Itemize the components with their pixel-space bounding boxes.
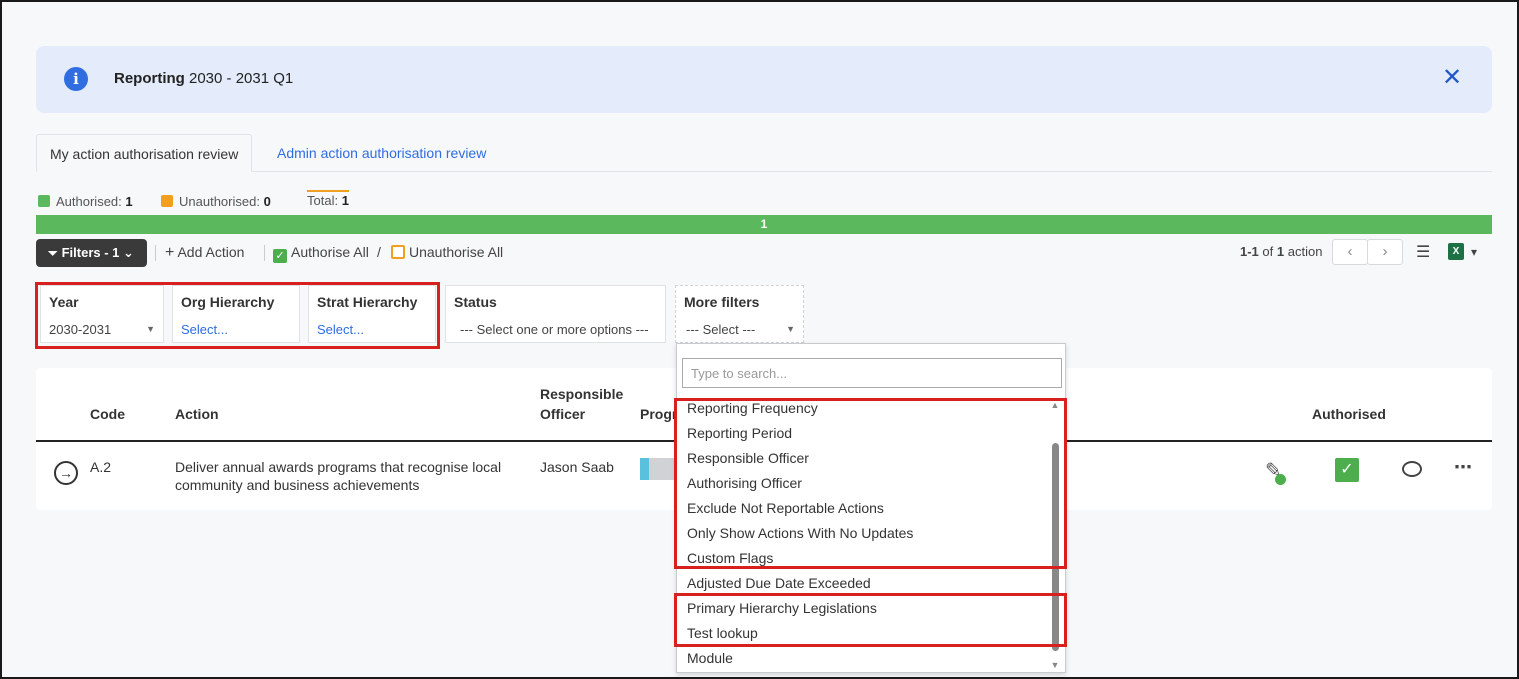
next-page-button[interactable]: › bbox=[1367, 239, 1403, 265]
tab-bar: My action authorisation review Admin act… bbox=[36, 134, 1492, 172]
caret-down-icon: ▼ bbox=[786, 324, 795, 334]
legend-unauthorised-label: Unauthorised: bbox=[179, 194, 260, 209]
pager-unit: action bbox=[1287, 244, 1323, 259]
app-frame: i Reporting 2030 - 2031 Q1 ✕ My action a… bbox=[0, 0, 1519, 679]
row-officer: Jason Saab bbox=[540, 459, 614, 475]
previous-page-button[interactable]: ‹ bbox=[1332, 239, 1368, 265]
more-filters-label: More filters bbox=[684, 294, 760, 310]
check-icon: ✓ bbox=[273, 249, 287, 263]
add-action-button[interactable]: + Add Action bbox=[165, 244, 244, 262]
option-module[interactable]: Module bbox=[687, 650, 733, 666]
tab-my-action-authorisation-review[interactable]: My action authorisation review bbox=[36, 134, 253, 172]
highlight-box-primary-filters bbox=[35, 282, 440, 349]
status-filter-label: Status bbox=[454, 294, 497, 310]
toolbar-divider bbox=[264, 245, 265, 261]
legend-total-label: Total: bbox=[307, 193, 339, 208]
row-action-line2: community and business achievements bbox=[175, 477, 420, 493]
more-options-icon[interactable]: ⋯ bbox=[1454, 457, 1473, 478]
header-code[interactable]: Code bbox=[90, 406, 125, 422]
highlight-box-options-group-1 bbox=[674, 398, 1067, 569]
toolbar: ⏷ Filters - 1 ⌄ + Add Action ✓ Authorise A… bbox=[36, 239, 1492, 267]
plus-icon: + bbox=[165, 244, 175, 261]
banner-title: Reporting 2030 - 2031 Q1 bbox=[114, 70, 293, 87]
toolbar-slash: / bbox=[377, 244, 381, 260]
highlight-box-options-group-2 bbox=[674, 593, 1067, 647]
comment-icon[interactable] bbox=[1402, 461, 1422, 477]
pager-total: 1 bbox=[1276, 244, 1285, 259]
edit-approved-icon[interactable]: ✎ bbox=[1265, 458, 1286, 485]
legend-unauthorised-count: 0 bbox=[263, 194, 271, 209]
legend-authorised-count: 1 bbox=[125, 194, 133, 209]
authorise-all-label: Authorise All bbox=[291, 244, 369, 260]
authorisation-progress-bar: 1 bbox=[36, 215, 1492, 234]
legend-authorised-label: Authorised: bbox=[56, 194, 122, 209]
unauthorised-swatch bbox=[161, 195, 173, 207]
banner-title-period: 2030 - 2031 Q1 bbox=[184, 70, 294, 87]
filters-button[interactable]: ⏷ Filters - 1 ⌄ bbox=[36, 239, 147, 267]
add-action-label: Add Action bbox=[177, 244, 245, 260]
arrow-right-circle-icon[interactable]: → bbox=[54, 461, 78, 485]
more-filters[interactable]: More filters --- Select --- ▼ bbox=[675, 285, 804, 343]
authorised-swatch bbox=[38, 195, 50, 207]
status-filter-select[interactable]: --- Select one or more options --- bbox=[460, 322, 660, 337]
sliders-icon[interactable]: ☰ bbox=[1416, 242, 1430, 262]
legend-total: Total: 1 bbox=[307, 190, 349, 208]
header-authorised[interactable]: Authorised bbox=[1312, 406, 1386, 422]
row-progress-bar bbox=[640, 458, 676, 480]
pager-of: of bbox=[1262, 244, 1274, 259]
reporting-banner: i Reporting 2030 - 2031 Q1 ✕ bbox=[36, 46, 1492, 113]
empty-checkbox-icon bbox=[391, 245, 405, 259]
header-action[interactable]: Action bbox=[175, 406, 219, 422]
more-filters-select[interactable]: --- Select --- bbox=[686, 322, 755, 337]
dropdown-search-input[interactable] bbox=[682, 358, 1062, 388]
authorised-checkbox[interactable]: ✓ bbox=[1335, 458, 1359, 482]
legend-unauthorised: Unauthorised: 0 bbox=[161, 194, 271, 209]
pager-range: 1-1 bbox=[1240, 244, 1259, 259]
toolbar-divider bbox=[155, 245, 156, 261]
pager-summary: 1-1 of 1 action bbox=[1240, 244, 1322, 259]
legend-total-count: 1 bbox=[341, 193, 349, 208]
approved-dot bbox=[1274, 474, 1286, 485]
authorise-all-button[interactable]: ✓ Authorise All bbox=[273, 244, 369, 263]
option-adjusted-due-date[interactable]: Adjusted Due Date Exceeded bbox=[687, 575, 871, 591]
header-officer-line2[interactable]: Officer bbox=[540, 406, 585, 422]
banner-title-bold: Reporting bbox=[114, 70, 185, 87]
funnel-icon: ⏷ bbox=[48, 246, 58, 260]
filters-button-label: Filters - 1 bbox=[61, 245, 120, 260]
legend-authorised: Authorised: 1 bbox=[38, 194, 133, 209]
close-icon[interactable]: ✕ bbox=[1440, 66, 1464, 90]
scroll-down-icon[interactable]: ▼ bbox=[1050, 660, 1060, 670]
row-code: A.2 bbox=[90, 459, 112, 475]
export-caret-icon[interactable]: ▾ bbox=[1471, 245, 1477, 259]
tab-admin-action-authorisation-review[interactable]: Admin action authorisation review bbox=[264, 134, 499, 172]
info-icon: i bbox=[64, 67, 88, 91]
status-filter[interactable]: Status --- Select one or more options --… bbox=[445, 285, 666, 343]
header-progress[interactable]: Progr bbox=[640, 406, 677, 422]
unauthorise-all-label: Unauthorise All bbox=[409, 244, 504, 260]
excel-icon[interactable]: X bbox=[1448, 243, 1464, 260]
header-officer-line1[interactable]: Responsible bbox=[540, 386, 623, 402]
unauthorise-all-button[interactable]: Unauthorise All bbox=[391, 244, 503, 260]
row-action-line1: Deliver annual awards programs that reco… bbox=[175, 459, 502, 475]
chevron-down-icon: ⌄ bbox=[123, 245, 134, 260]
row-progress-fill bbox=[640, 458, 649, 480]
